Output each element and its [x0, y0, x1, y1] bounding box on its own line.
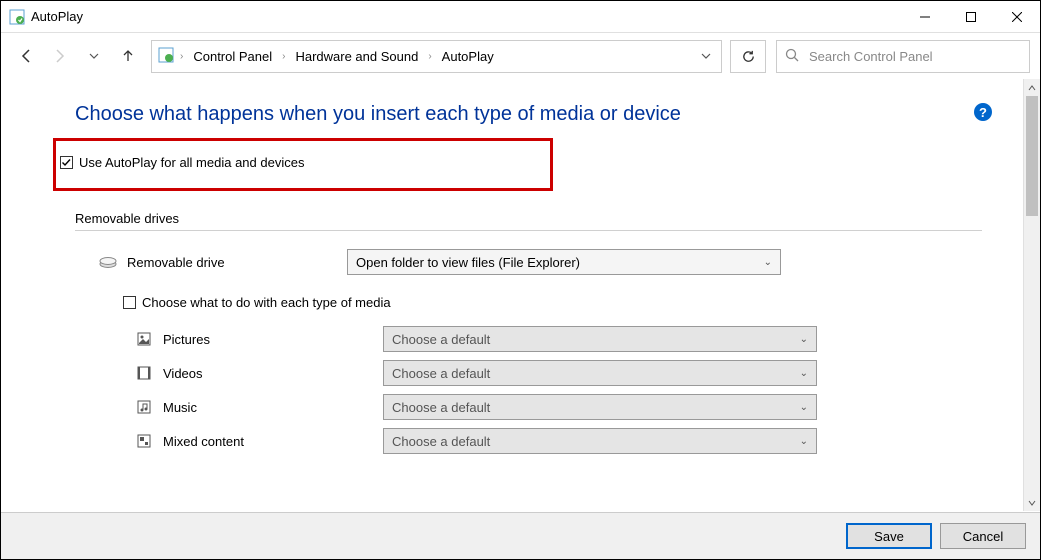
choose-each-type-label: Choose what to do with each type of medi…: [142, 295, 391, 310]
breadcrumb-hardware-sound[interactable]: Hardware and Sound: [291, 47, 422, 66]
chevron-down-icon: ⌄: [800, 436, 808, 447]
page-title: Choose what happens when you insert each…: [75, 103, 1022, 126]
choose-each-type-row[interactable]: Choose what to do with each type of medi…: [123, 295, 1022, 310]
highlight-annotation: Use AutoPlay for all media and devices: [53, 138, 553, 191]
dropdown-value: Choose a default: [392, 434, 490, 449]
dropdown-value: Choose a default: [392, 332, 490, 347]
removable-drive-dropdown[interactable]: Open folder to view files (File Explorer…: [347, 249, 781, 275]
pictures-label: Pictures: [163, 332, 383, 347]
mixed-content-icon: [135, 432, 153, 450]
navigation-bar: › Control Panel › Hardware and Sound › A…: [1, 33, 1040, 79]
cancel-button-label: Cancel: [963, 529, 1003, 544]
videos-row: Videos Choose a default ⌄: [135, 356, 1022, 390]
videos-dropdown[interactable]: Choose a default ⌄: [383, 360, 817, 386]
removable-drives-header: Removable drives: [75, 211, 1022, 226]
videos-label: Videos: [163, 366, 383, 381]
removable-drive-icon: [99, 253, 117, 271]
recent-locations-button[interactable]: [79, 41, 109, 71]
save-button[interactable]: Save: [846, 523, 932, 549]
breadcrumb-autoplay[interactable]: AutoPlay: [438, 47, 498, 66]
dropdown-value: Choose a default: [392, 366, 490, 381]
dropdown-value: Choose a default: [392, 400, 490, 415]
cancel-button[interactable]: Cancel: [940, 523, 1026, 549]
music-label: Music: [163, 400, 383, 415]
search-input[interactable]: [807, 48, 1021, 65]
title-bar: AutoPlay: [1, 1, 1040, 33]
chevron-right-icon[interactable]: ›: [428, 51, 431, 62]
pictures-icon: [135, 330, 153, 348]
videos-icon: [135, 364, 153, 382]
removable-drive-row: Removable drive Open folder to view file…: [99, 245, 1022, 279]
location-icon: [158, 47, 174, 66]
content-area: ? Choose what happens when you insert ea…: [1, 79, 1022, 511]
search-icon: [785, 48, 799, 65]
use-autoplay-label: Use AutoPlay for all media and devices: [79, 155, 304, 170]
chevron-right-icon[interactable]: ›: [282, 51, 285, 62]
refresh-button[interactable]: [730, 40, 766, 73]
chevron-down-icon: ⌄: [800, 368, 808, 379]
chevron-down-icon: ⌄: [800, 334, 808, 345]
button-bar: Save Cancel: [1, 512, 1040, 559]
music-row: Music Choose a default ⌄: [135, 390, 1022, 424]
dropdown-value: Open folder to view files (File Explorer…: [356, 255, 580, 270]
mixed-content-label: Mixed content: [163, 434, 383, 449]
section-divider: [75, 230, 982, 231]
choose-each-type-checkbox[interactable]: [123, 296, 136, 309]
chevron-down-icon: ⌄: [800, 402, 808, 413]
close-button[interactable]: [994, 1, 1040, 33]
vertical-scrollbar[interactable]: [1023, 79, 1040, 511]
mixed-content-dropdown[interactable]: Choose a default ⌄: [383, 428, 817, 454]
minimize-button[interactable]: [902, 1, 948, 33]
scroll-down-button[interactable]: [1024, 494, 1040, 511]
breadcrumb-control-panel[interactable]: Control Panel: [189, 47, 276, 66]
music-icon: [135, 398, 153, 416]
maximize-button[interactable]: [948, 1, 994, 33]
pictures-row: Pictures Choose a default ⌄: [135, 322, 1022, 356]
help-icon[interactable]: ?: [974, 103, 992, 121]
chevron-right-icon[interactable]: ›: [180, 51, 183, 62]
save-button-label: Save: [874, 529, 904, 544]
scrollbar-thumb[interactable]: [1026, 96, 1038, 216]
search-box[interactable]: [776, 40, 1030, 73]
use-autoplay-checkbox[interactable]: [60, 156, 73, 169]
media-type-list: Pictures Choose a default ⌄ Videos Choos…: [135, 322, 1022, 458]
address-bar[interactable]: › Control Panel › Hardware and Sound › A…: [151, 40, 722, 73]
pictures-dropdown[interactable]: Choose a default ⌄: [383, 326, 817, 352]
address-dropdown-button[interactable]: [697, 45, 715, 68]
autoplay-app-icon: [9, 9, 25, 25]
removable-drive-label: Removable drive: [127, 255, 347, 270]
up-button[interactable]: [113, 41, 143, 71]
scroll-up-button[interactable]: [1024, 79, 1040, 96]
back-button[interactable]: [11, 41, 41, 71]
use-autoplay-checkbox-row[interactable]: Use AutoPlay for all media and devices: [58, 151, 542, 174]
forward-button[interactable]: [45, 41, 75, 71]
music-dropdown[interactable]: Choose a default ⌄: [383, 394, 817, 420]
mixed-content-row: Mixed content Choose a default ⌄: [135, 424, 1022, 458]
window-controls: [902, 1, 1040, 33]
chevron-down-icon: ⌄: [764, 257, 772, 268]
window-title: AutoPlay: [31, 9, 83, 24]
